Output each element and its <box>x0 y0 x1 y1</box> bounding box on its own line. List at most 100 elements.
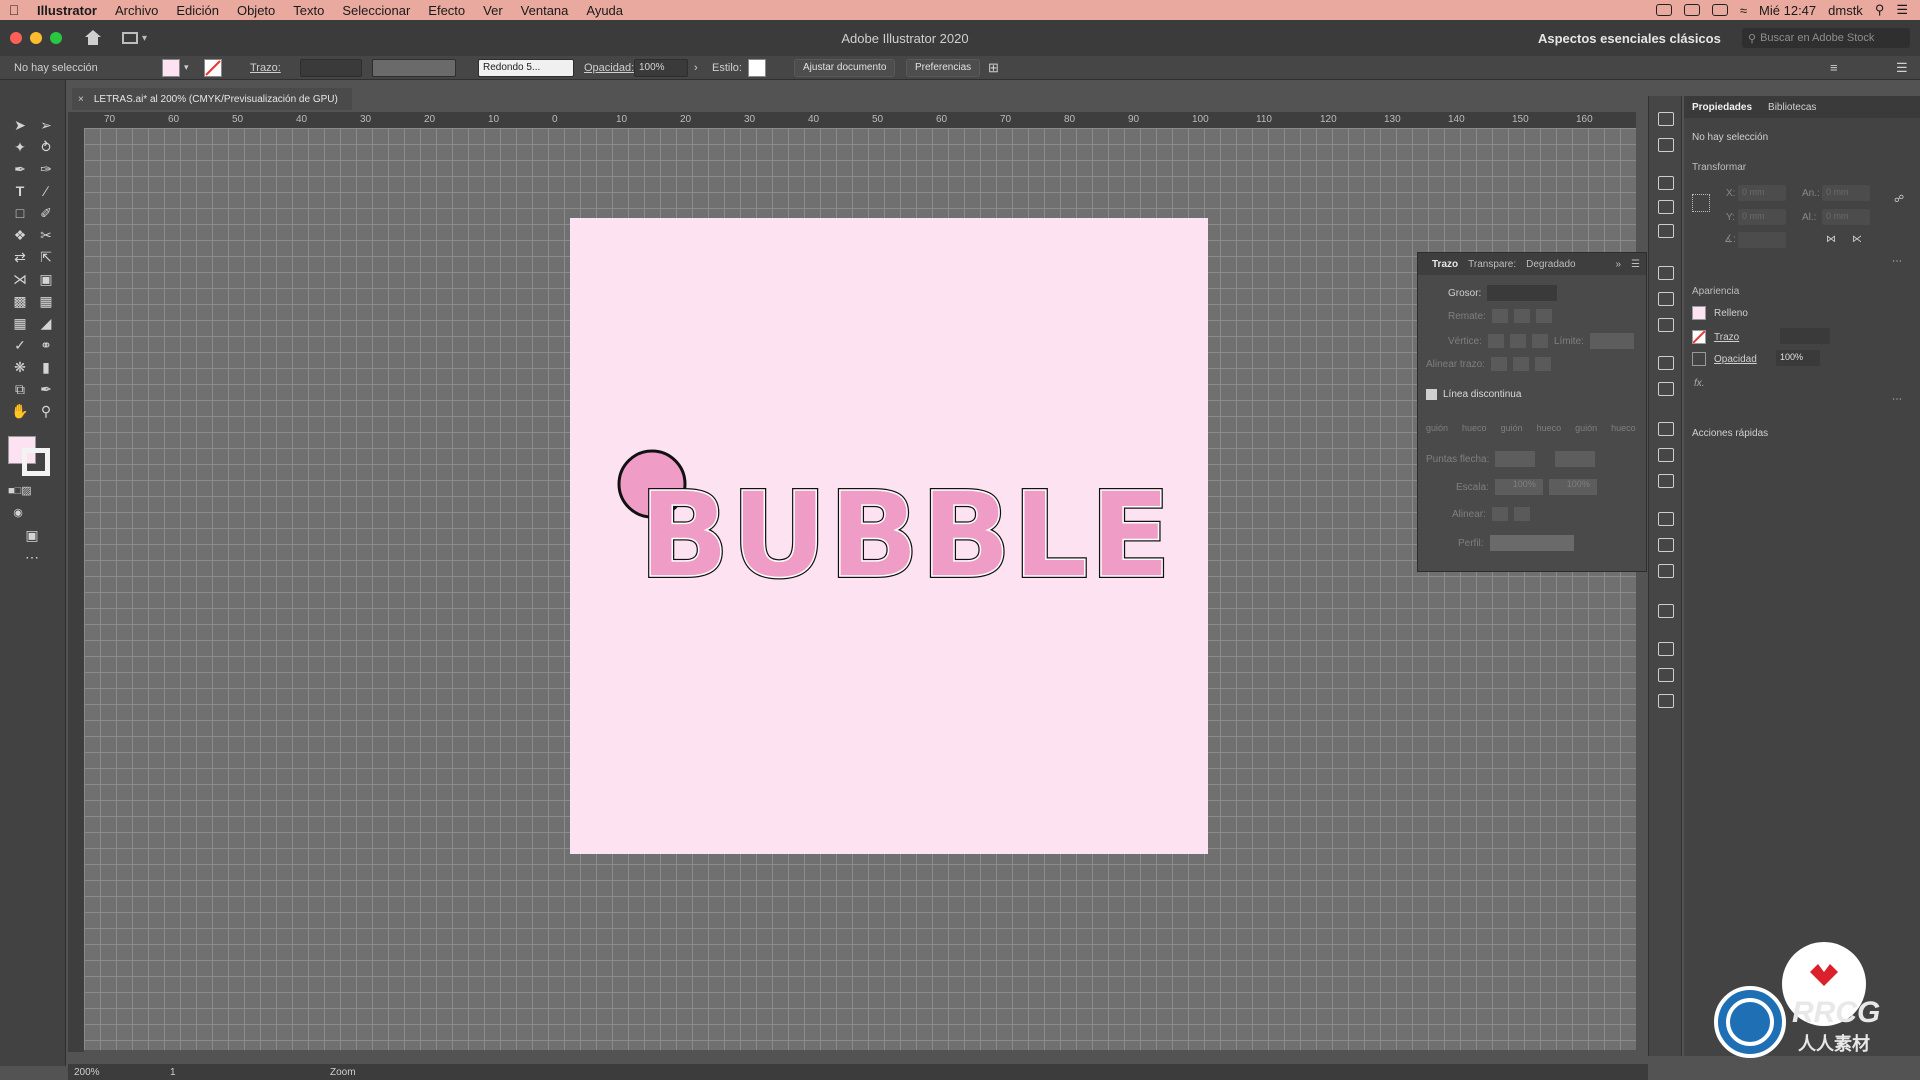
wifi-icon[interactable]: ≈ <box>1740 3 1747 18</box>
stroke-panel-icon[interactable] <box>1658 266 1674 280</box>
miter-join-icon[interactable] <box>1487 334 1504 348</box>
more-options-icon[interactable]: ⋯ <box>1892 256 1902 267</box>
butt-cap-icon[interactable] <box>1491 309 1508 323</box>
asset-export-icon[interactable] <box>1658 176 1674 190</box>
gap-cell-3[interactable]: hueco <box>1611 423 1636 433</box>
canvas-area[interactable]: BUBBLE BUBBLE <box>84 128 1636 1050</box>
clock[interactable]: Mié 12:47 <box>1759 3 1816 18</box>
eyedropper-tool-icon[interactable]: ✓ <box>10 336 30 354</box>
minimize-window-icon[interactable] <box>30 32 42 44</box>
preferences-button[interactable]: Preferencias <box>906 59 981 77</box>
character-icon[interactable] <box>1658 642 1674 656</box>
menu-ventana[interactable]: Ventana <box>512 3 578 18</box>
chevron-down-icon[interactable]: ▾ <box>184 62 189 73</box>
more-options-icon[interactable]: ⋯ <box>1892 394 1902 405</box>
stroke-weight-field[interactable] <box>1780 328 1830 344</box>
notification-center-icon[interactable]: ☰ <box>1896 2 1908 18</box>
weight-field[interactable] <box>1487 285 1558 301</box>
screen-mode-icon[interactable]: ▣ <box>22 526 42 544</box>
gradient-tool-icon[interactable]: ◢ <box>36 314 56 332</box>
home-icon[interactable] <box>84 30 102 46</box>
gap-cell-1[interactable]: hueco <box>1462 423 1487 433</box>
graph-tool-icon[interactable]: ▮ <box>36 358 56 376</box>
status-icon-creative-cloud[interactable] <box>1655 4 1672 16</box>
opacity-label[interactable]: Opacidad: <box>584 62 634 74</box>
tab-transparencia[interactable]: Transpare: <box>1468 259 1516 270</box>
reflect-tool-icon[interactable]: ⇄ <box>10 248 30 266</box>
appearance-panel-icon[interactable] <box>1658 356 1674 370</box>
pen-tool-icon[interactable]: ✒ <box>10 160 30 178</box>
projecting-cap-icon[interactable] <box>1535 309 1552 323</box>
shaper-tool-icon[interactable]: ❖ <box>10 226 30 244</box>
round-join-icon[interactable] <box>1509 334 1526 348</box>
status-icon-airplay[interactable] <box>1711 4 1728 16</box>
stroke-swatch[interactable] <box>204 59 222 77</box>
menu-efecto[interactable]: Efecto <box>419 3 474 18</box>
curvature-tool-icon[interactable]: ✑ <box>36 160 56 178</box>
cc-libraries-icon[interactable] <box>1658 112 1674 126</box>
close-window-icon[interactable] <box>10 32 22 44</box>
scissors-tool-icon[interactable]: ✂ <box>36 226 56 244</box>
collapse-panel-icon[interactable]: » <box>1615 259 1621 270</box>
width-profile-dropdown[interactable] <box>1489 535 1574 551</box>
perspective-grid-tool-icon[interactable]: ▦ <box>36 292 56 310</box>
scale-tool-icon[interactable]: ⇱ <box>36 248 56 266</box>
graphic-style-swatch[interactable] <box>748 59 766 77</box>
close-tab-icon[interactable]: × <box>78 94 84 105</box>
tab-propiedades[interactable]: Propiedades <box>1692 102 1752 113</box>
export-icon[interactable] <box>1658 448 1674 462</box>
shape-builder-tool-icon[interactable]: ▩ <box>10 292 30 310</box>
dashed-line-checkbox[interactable] <box>1426 389 1437 400</box>
menu-ayuda[interactable]: Ayuda <box>577 3 632 18</box>
menu-app-name[interactable]: Illustrator <box>28 3 106 18</box>
chevron-right-icon[interactable]: › <box>694 62 698 74</box>
artboards-icon[interactable] <box>1658 474 1674 488</box>
start-arrowhead-dropdown[interactable] <box>1495 451 1536 467</box>
artboard-tool-icon[interactable]: ⧉ <box>10 380 30 398</box>
bubble-lettering-artwork[interactable]: BUBBLE BUBBLE <box>570 218 1208 854</box>
lasso-tool-icon[interactable]: ⥁ <box>36 138 56 156</box>
panel-menu-icon[interactable]: ☰ <box>1631 259 1640 270</box>
document-tab[interactable]: × LETRAS.ai* al 200% (CMYK/Previsualizac… <box>72 88 352 110</box>
align-center-icon[interactable] <box>1490 357 1507 371</box>
width-tool-icon[interactable]: ⋊ <box>10 270 30 288</box>
draw-mode-icon[interactable]: ◉ <box>8 504 28 522</box>
bevel-join-icon[interactable] <box>1531 334 1548 348</box>
rectangle-tool-icon[interactable]: □ <box>10 204 30 222</box>
zoom-window-icon[interactable] <box>50 32 62 44</box>
artboard[interactable]: BUBBLE BUBBLE <box>570 218 1208 854</box>
line-tool-icon[interactable]: ∕ <box>36 182 56 200</box>
brush-definition-dropdown[interactable]: Redondo 5... <box>478 59 574 77</box>
color-mode-icon[interactable]: ■□▨ <box>8 482 32 500</box>
fill-stroke-widget[interactable] <box>8 436 52 476</box>
paragraph-icon[interactable] <box>1658 668 1674 682</box>
dash-cell-3[interactable]: guión <box>1575 423 1597 433</box>
stroke-color-box[interactable] <box>22 448 50 476</box>
menu-archivo[interactable]: Archivo <box>106 3 167 18</box>
graphic-styles-icon[interactable] <box>1658 382 1674 396</box>
artboard-number-field[interactable]: 1 <box>170 1067 210 1078</box>
align-icon[interactable]: ≡ <box>1830 60 1838 75</box>
height-field[interactable]: 0 mm <box>1822 209 1870 225</box>
align-outside-icon[interactable] <box>1534 357 1551 371</box>
menu-seleccionar[interactable]: Seleccionar <box>333 3 419 18</box>
navigator-icon[interactable] <box>1658 604 1674 618</box>
menu-ver[interactable]: Ver <box>474 3 512 18</box>
free-transform-tool-icon[interactable]: ▣ <box>36 270 56 288</box>
pathfinder-icon[interactable] <box>1658 564 1674 578</box>
arrange-icon[interactable]: ⊞ <box>988 60 999 76</box>
spotlight-icon[interactable]: ⚲ <box>1875 2 1885 18</box>
layers-icon[interactable] <box>1658 422 1674 436</box>
tab-bibliotecas[interactable]: Bibliotecas <box>1768 102 1816 113</box>
workspace-switcher[interactable]: Aspectos esenciales clásicos <box>1538 31 1721 46</box>
panel-menu-icon[interactable]: ☰ <box>1896 60 1908 76</box>
dash-cell-1[interactable]: guión <box>1426 423 1448 433</box>
arrow-scale-start-field[interactable]: 100% <box>1494 479 1543 495</box>
gradient-panel-icon[interactable] <box>1658 318 1674 332</box>
width-field[interactable]: 0 mm <box>1822 185 1870 201</box>
tab-degradado[interactable]: Degradado <box>1526 259 1575 270</box>
menu-objeto[interactable]: Objeto <box>228 3 284 18</box>
selection-tool-icon[interactable]: ➤ <box>10 116 30 134</box>
tab-trazo[interactable]: Trazo <box>1432 259 1458 270</box>
constrain-proportions-icon[interactable]: ☍ <box>1894 194 1904 205</box>
